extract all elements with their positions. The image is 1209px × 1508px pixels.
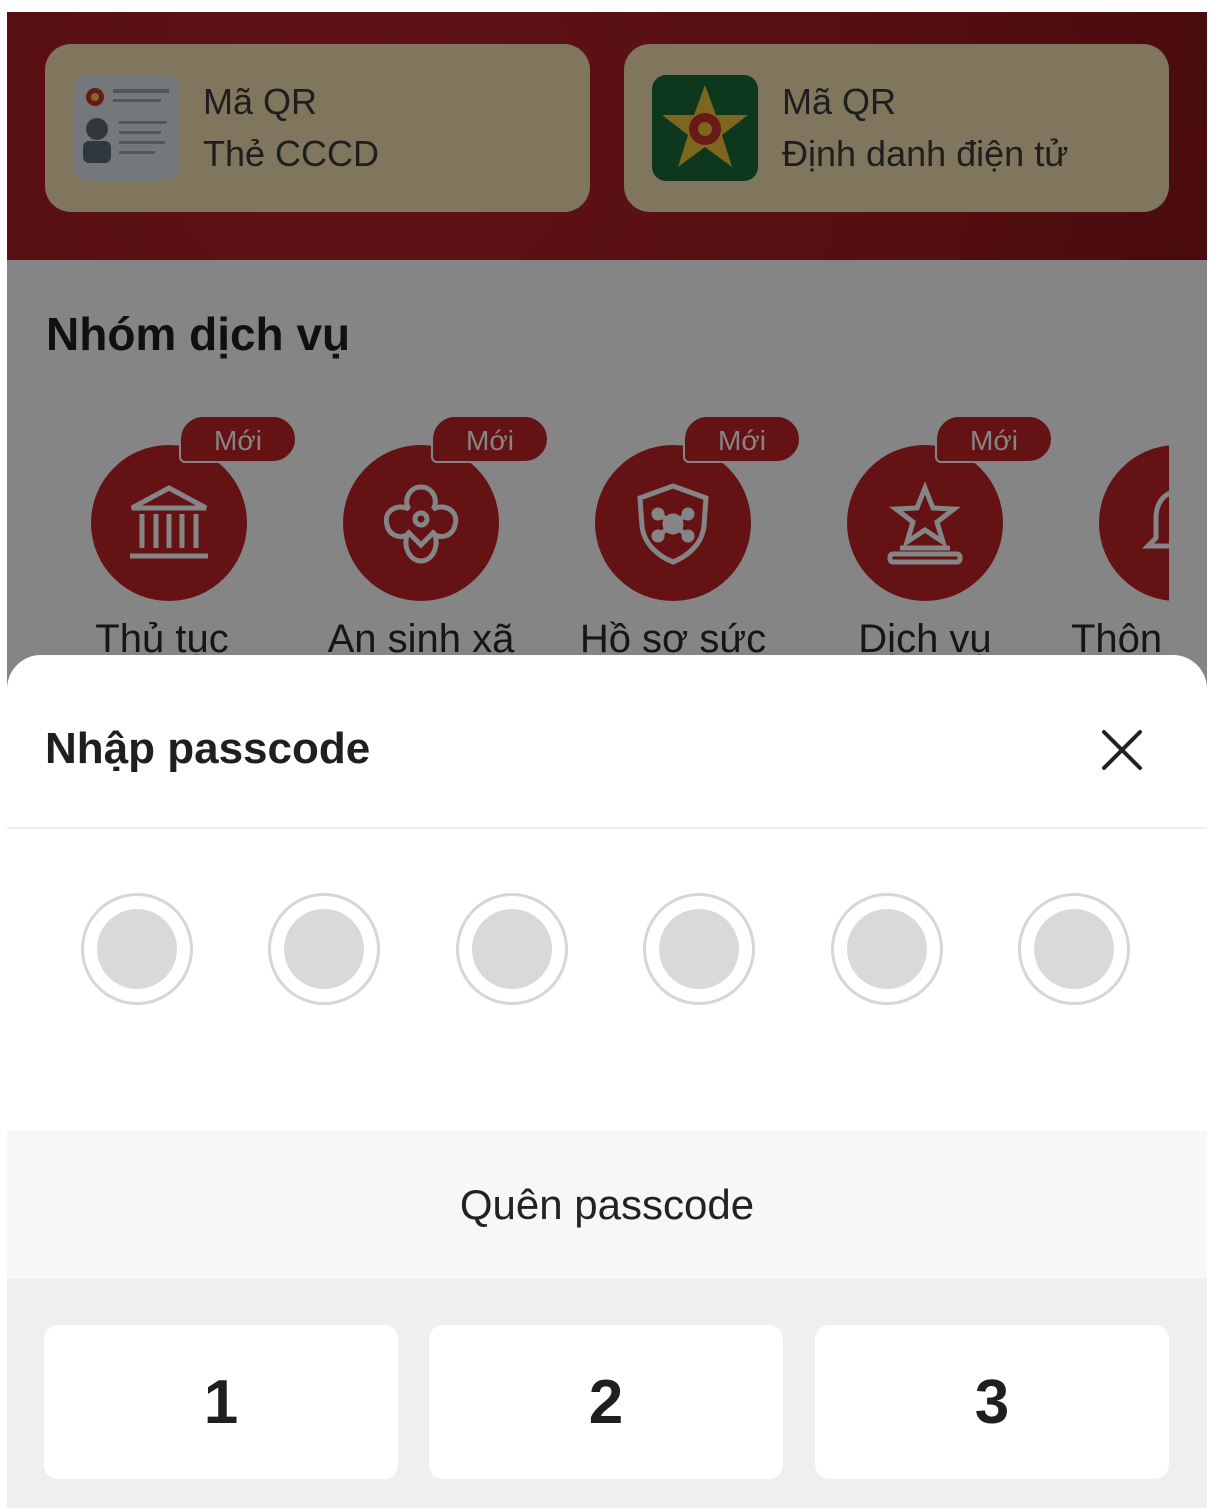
sheet-title: Nhập passcode [45,724,371,773]
pin-dot [643,893,755,1005]
close-button[interactable] [1095,723,1149,777]
key-2[interactable]: 2 [429,1325,783,1479]
pin-dot [1018,893,1130,1005]
frame-edge [0,0,7,1508]
divider [7,827,1207,829]
passcode-sheet: Nhập passcode Quên passcode 1 2 3 [7,655,1207,1508]
screen: Mã QR Thẻ CCCD Mã QR Định danh điện tử N… [0,0,1209,1508]
numeric-keypad: 1 2 3 [7,1279,1207,1508]
forgot-passcode-link[interactable]: Quên passcode [460,1181,754,1229]
pin-dot [456,893,568,1005]
key-1[interactable]: 1 [44,1325,398,1479]
close-icon [1102,730,1142,770]
key-3[interactable]: 3 [815,1325,1169,1479]
pin-dot [831,893,943,1005]
pin-dot [81,893,193,1005]
forgot-passcode-bar: Quên passcode [7,1131,1207,1279]
pin-dot [268,893,380,1005]
frame-edge [0,0,1209,12]
